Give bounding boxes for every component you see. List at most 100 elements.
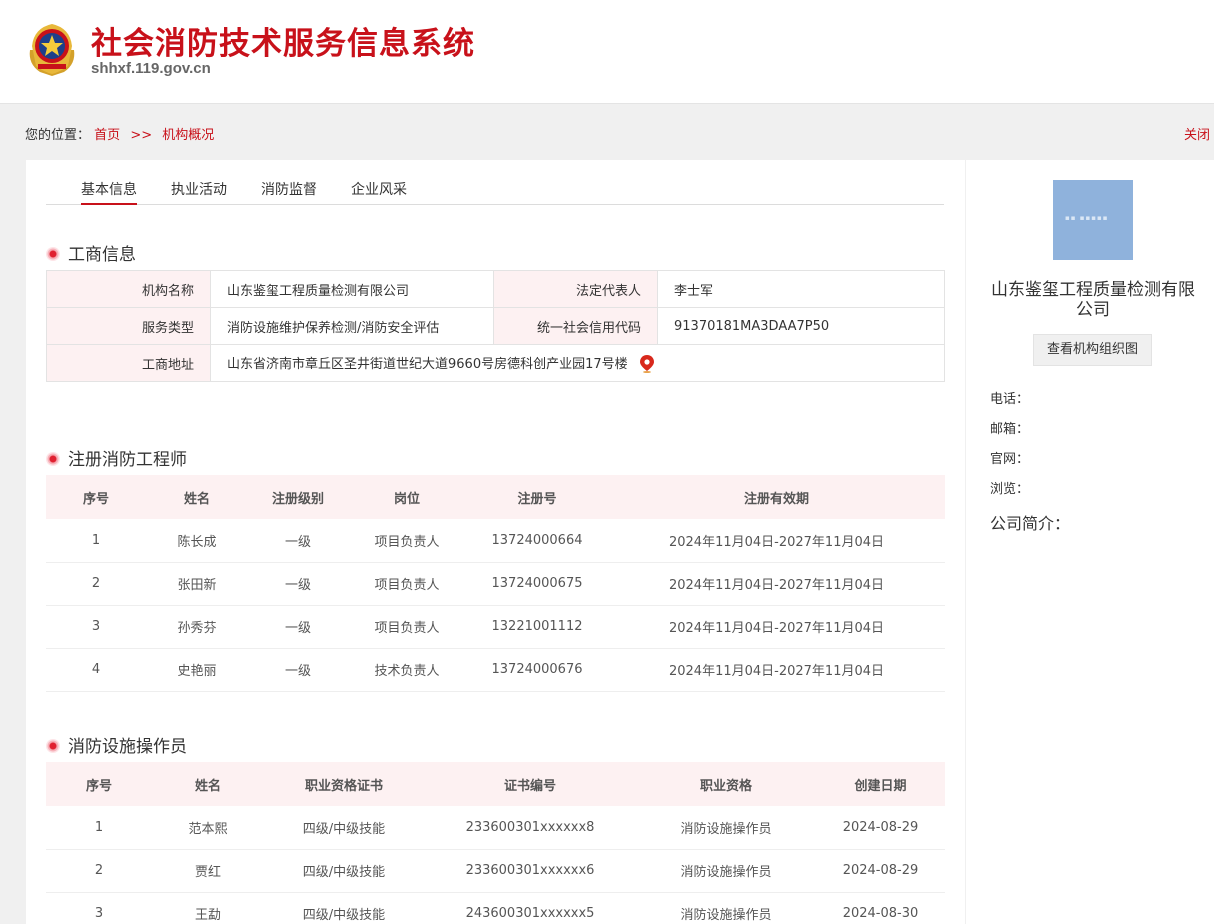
table-row: 1 范本熙 四级/中级技能 233600301xxxxxx8 消防设施操作员 2…	[46, 806, 945, 850]
breadcrumb-label: 您的位置：	[25, 128, 91, 143]
table-cell: 3	[46, 605, 146, 649]
close-link[interactable]: 关闭	[1184, 124, 1210, 143]
table-cell: 项目负责人	[348, 605, 466, 649]
table-cell: 消防设施操作员	[636, 849, 816, 893]
engineers-table: 序号 姓名 注册级别 岗位 注册号 注册有效期 1 陈长成 一级 项目负责人 1…	[46, 475, 945, 692]
org-name-value: 山东鉴玺工程质量检测有限公司	[210, 270, 494, 308]
table-cell: 消防设施操作员	[636, 892, 816, 924]
table-row: 3 王勐 四级/中级技能 243600301xxxxxx5 消防设施操作员 20…	[46, 892, 945, 924]
logo-texture: ▪▪ ▪▪▪▪▪	[1065, 214, 1109, 222]
table-cell: 陈长成	[146, 519, 248, 563]
table-cell: 范本熙	[152, 806, 264, 850]
section-title-operators: 消防设施操作员	[46, 732, 187, 757]
section-title-operators-text: 消防设施操作员	[68, 737, 187, 757]
table-cell: 13724000676	[466, 648, 608, 692]
company-logo-image: ▪▪ ▪▪▪▪▪	[1053, 180, 1133, 260]
section-bullet-icon	[46, 247, 60, 261]
table-cell: 13724000675	[466, 562, 608, 606]
section-title-business-text: 工商信息	[68, 245, 136, 265]
table-row: 2 张田新 一级 项目负责人 13724000675 2024年11月04日-2…	[46, 562, 945, 606]
column-header: 注册级别	[248, 475, 348, 519]
table-cell: 2024年11月04日-2027年11月04日	[608, 519, 945, 563]
email-label: 邮箱：	[990, 422, 1030, 437]
map-pin-icon[interactable]	[639, 355, 654, 374]
column-header: 序号	[46, 762, 152, 806]
table-cell: 2024-08-29	[816, 806, 945, 850]
credit-code-value: 91370181MA3DAA7P50	[657, 307, 945, 345]
table-cell: 1	[46, 519, 146, 563]
table-row: 1 陈长成 一级 项目负责人 13724000664 2024年11月04日-2…	[46, 519, 945, 563]
breadcrumb-separator: >>	[130, 128, 153, 143]
table-cell: 一级	[248, 605, 348, 649]
website-label: 官网：	[990, 452, 1030, 467]
table-header-row: 序号 姓名 职业资格证书 证书编号 职业资格 创建日期	[46, 762, 945, 806]
column-header: 姓名	[152, 762, 264, 806]
tab-fire-supervision[interactable]: 消防监督	[261, 179, 317, 199]
table-cell: 233600301xxxxxx6	[424, 849, 636, 893]
table-cell: 2024-08-30	[816, 892, 945, 924]
table-cell: 243600301xxxxxx5	[424, 892, 636, 924]
table-cell: 2024年11月04日-2027年11月04日	[608, 605, 945, 649]
table-cell: 233600301xxxxxx8	[424, 806, 636, 850]
address-value: 山东省济南市章丘区圣井街道世纪大道9660号房德科创产业园17号楼	[227, 356, 628, 372]
table-row: 服务类型 消防设施维护保养检测/消防安全评估 统一社会信用代码 91370181…	[46, 307, 945, 345]
section-title-engineers: 注册消防工程师	[46, 445, 187, 470]
table-cell: 四级/中级技能	[264, 849, 424, 893]
views-label: 浏览：	[990, 482, 1030, 497]
tab-bar: 基本信息 执业活动 消防监督 企业风采	[46, 160, 944, 205]
table-cell: 2024年11月04日-2027年11月04日	[608, 562, 945, 606]
table-cell: 13221001112	[466, 605, 608, 649]
address-label: 工商地址	[46, 344, 211, 382]
view-org-chart-button[interactable]: 查看机构组织图	[1033, 334, 1152, 366]
table-cell: 2	[46, 849, 152, 893]
column-header: 职业资格	[636, 762, 816, 806]
column-header: 姓名	[146, 475, 248, 519]
breadcrumb: 您的位置： 首页 >> 机构概况	[25, 124, 214, 143]
table-cell: 孙秀芬	[146, 605, 248, 649]
table-row: 机构名称 山东鉴玺工程质量检测有限公司 法定代表人 李士军	[46, 270, 945, 308]
main-panel: 基本信息 执业活动 消防监督 企业风采 工商信息 机构名称 山东鉴玺工程质量检测…	[26, 160, 965, 924]
tab-basic-info[interactable]: 基本信息	[81, 179, 137, 205]
section-title-business: 工商信息	[46, 240, 136, 265]
breadcrumb-home-link[interactable]: 首页	[94, 128, 120, 143]
table-cell: 消防设施操作员	[636, 806, 816, 850]
phone-label: 电话：	[990, 392, 1030, 407]
table-row: 3 孙秀芬 一级 项目负责人 13221001112 2024年11月04日-2…	[46, 605, 945, 649]
site-title: 社会消防技术服务信息系统	[91, 26, 475, 62]
column-header: 岗位	[348, 475, 466, 519]
credit-code-label: 统一社会信用代码	[493, 307, 658, 345]
column-header: 证书编号	[424, 762, 636, 806]
org-name-label: 机构名称	[46, 270, 211, 308]
breadcrumb-current[interactable]: 机构概况	[162, 128, 214, 143]
table-cell: 技术负责人	[348, 648, 466, 692]
site-header: 社会消防技术服务信息系统 shhxf.119.gov.cn	[0, 0, 1214, 104]
table-row: 2 贾红 四级/中级技能 233600301xxxxxx6 消防设施操作员 20…	[46, 849, 945, 893]
table-cell: 四级/中级技能	[264, 892, 424, 924]
table-cell: 项目负责人	[348, 519, 466, 563]
table-cell: 13724000664	[466, 519, 608, 563]
table-cell: 1	[46, 806, 152, 850]
tab-practice-activities[interactable]: 执业活动	[171, 179, 227, 199]
business-info-table: 机构名称 山东鉴玺工程质量检测有限公司 法定代表人 李士军 服务类型 消防设施维…	[46, 270, 945, 382]
tab-company-style[interactable]: 企业风采	[351, 179, 407, 199]
column-header: 序号	[46, 475, 146, 519]
legal-rep-value: 李士军	[657, 270, 945, 308]
table-cell: 一级	[248, 562, 348, 606]
table-cell: 一级	[248, 519, 348, 563]
table-cell: 贾红	[152, 849, 264, 893]
table-cell: 3	[46, 892, 152, 924]
table-cell: 2024-08-29	[816, 849, 945, 893]
section-title-engineers-text: 注册消防工程师	[68, 450, 187, 470]
table-cell: 史艳丽	[146, 648, 248, 692]
table-cell: 2	[46, 562, 146, 606]
site-domain: shhxf.119.gov.cn	[91, 60, 211, 77]
section-bullet-icon	[46, 739, 60, 753]
company-name: 山东鉴玺工程质量检测有限公司	[991, 280, 1195, 320]
company-sidebar: ▪▪ ▪▪▪▪▪ 山东鉴玺工程质量检测有限公司 查看机构组织图 电话： 邮箱： …	[966, 160, 1214, 924]
table-cell: 一级	[248, 648, 348, 692]
table-cell: 四级/中级技能	[264, 806, 424, 850]
address-cell: 山东省济南市章丘区圣井街道世纪大道9660号房德科创产业园17号楼	[210, 344, 945, 382]
service-type-label: 服务类型	[46, 307, 211, 345]
section-bullet-icon	[46, 452, 60, 466]
table-cell: 项目负责人	[348, 562, 466, 606]
